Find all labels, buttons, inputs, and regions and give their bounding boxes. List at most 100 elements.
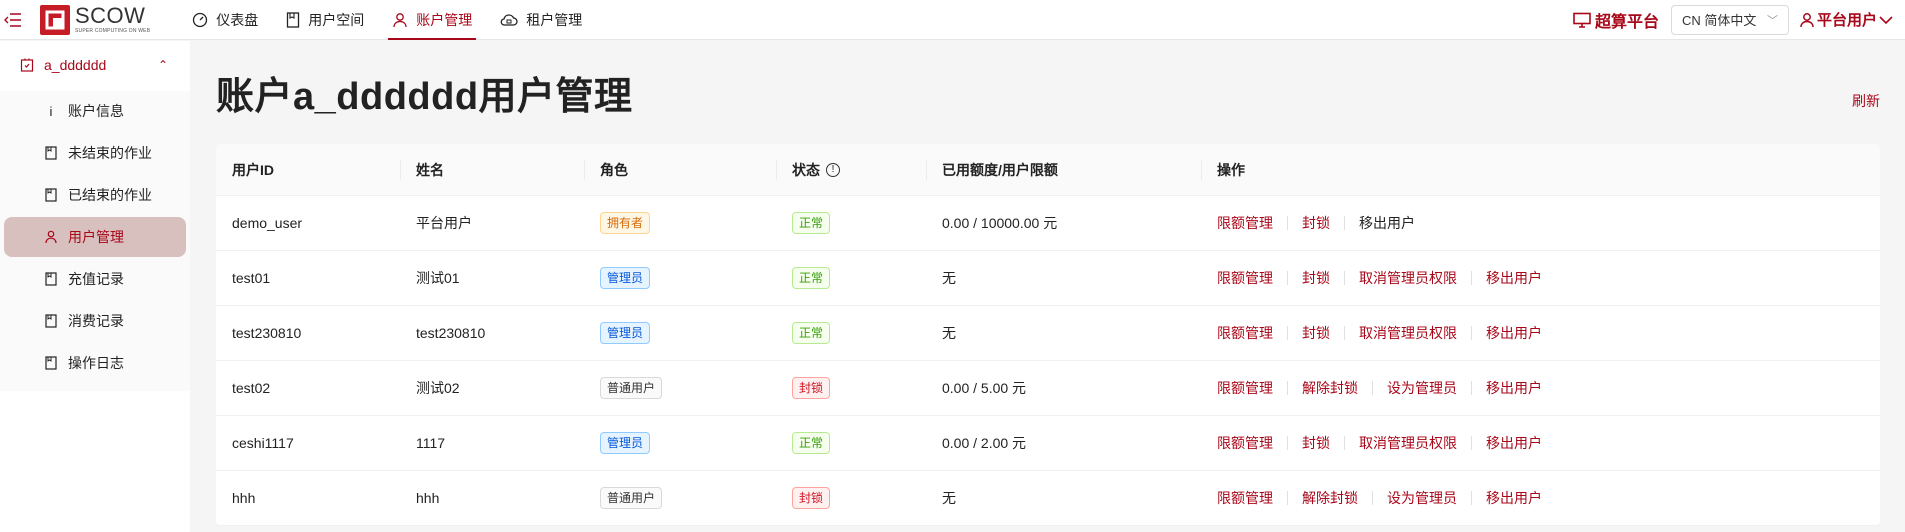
action-link[interactable]: 限额管理 (1217, 433, 1273, 453)
sidebar-item-label: 已结束的作业 (68, 187, 152, 203)
sidebar-item-finished-jobs[interactable]: 已结束的作业 (4, 175, 186, 215)
sidebar-item-label: 消费记录 (68, 313, 124, 329)
nav-user-space[interactable]: 用户空间 (272, 0, 378, 40)
action-divider (1287, 326, 1288, 340)
action-link[interactable]: 移出用户 (1486, 323, 1542, 343)
cell-actions: 限额管理 封锁 取消管理员权限 移出用户 (1201, 433, 1880, 453)
cell-status: 正常 (776, 322, 926, 344)
table-row: test01 测试01 管理员 正常 无 限额管理 封锁 取消管理员权限 移出用户 (216, 251, 1880, 306)
action-link[interactable]: 封锁 (1302, 268, 1330, 288)
table-row: hhh hhh 普通用户 封锁 无 限额管理 解除封锁 设为管理员 移出用户 (216, 471, 1880, 526)
sidebar-item-label: 账户信息 (68, 103, 124, 119)
action-link[interactable]: 移出用户 (1486, 433, 1542, 453)
cell-quota: 无 (942, 490, 956, 506)
action-link[interactable]: 设为管理员 (1387, 488, 1457, 508)
menu-toggle-icon[interactable] (4, 12, 24, 28)
cloud-icon (500, 12, 518, 28)
sidebar-item-consumption-records[interactable]: 消费记录 (4, 301, 186, 341)
status-badge: 正常 (792, 322, 831, 344)
cell-quota: 0.00 / 5.00 元 (942, 380, 1027, 396)
action-link[interactable]: 取消管理员权限 (1359, 433, 1457, 453)
action-divider (1471, 491, 1472, 505)
cell-role: 普通用户 (584, 377, 776, 399)
table-row: test02 测试02 普通用户 封锁 0.00 / 5.00 元 限额管理 解除封锁 设为管… (216, 361, 1880, 416)
page-title: 账户a_dddddd用户管理 (216, 76, 633, 118)
cell-role: 管理员 (584, 267, 776, 289)
language-select[interactable]: CN 简体中文 ﹀ (1670, 4, 1789, 35)
action-link[interactable]: 限额管理 (1217, 268, 1273, 288)
column-header-status-label: 状态 (792, 161, 820, 178)
cell-name: 平台用户 (416, 215, 472, 231)
role-badge: 普通用户 (600, 377, 663, 399)
action-link[interactable]: 移出用户 (1486, 268, 1542, 288)
nav-dashboard[interactable]: 仪表盘 (178, 0, 272, 40)
cell-status: 封锁 (776, 487, 926, 509)
users-table: 用户ID 姓名 角色 状态 ! 已用额度/用户限额 操作 demo_user 平台… (216, 144, 1880, 526)
sidebar-item-operation-log[interactable]: 操作日志 (4, 343, 186, 383)
refresh-button[interactable]: 刷新 (1852, 91, 1880, 111)
action-link[interactable]: 限额管理 (1217, 378, 1273, 398)
logo-subtitle: SUPER COMPUTING ON WEB (75, 28, 151, 34)
document-icon (286, 11, 300, 28)
sidebar-account-label: a_dddddd (44, 57, 107, 73)
scow-logo[interactable]: SCOW SUPER COMPUTING ON WEB (40, 3, 150, 37)
action-link[interactable]: 封锁 (1302, 213, 1330, 233)
action-link[interactable]: 设为管理员 (1387, 378, 1457, 398)
cell-user-id: test02 (232, 380, 271, 396)
column-header-status: 状态 ! (776, 144, 926, 195)
action-link[interactable]: 封锁 (1302, 323, 1330, 343)
action-link[interactable]: 移出用户 (1359, 213, 1415, 233)
table-row: test230810 test230810 管理员 正常 无 限额管理 封锁 取消管理员权限 移… (216, 306, 1880, 361)
action-divider (1287, 381, 1288, 395)
cell-user-id: hhh (232, 490, 256, 506)
table-row: demo_user 平台用户 拥有者 正常 0.00 / 10000.00 元 限额管理 封… (216, 196, 1880, 251)
sidebar-item-label: 操作日志 (68, 355, 124, 371)
sidebar-item-label: 未结束的作业 (68, 145, 152, 161)
logo-mark-icon (40, 4, 70, 35)
action-link[interactable]: 封锁 (1302, 433, 1330, 453)
sidebar-item-label: 充值记录 (68, 271, 124, 287)
info-circle-icon[interactable]: ! (826, 162, 840, 177)
action-divider (1287, 436, 1288, 450)
action-divider (1471, 326, 1472, 340)
platform-title[interactable]: 超算平台 (1573, 8, 1659, 32)
cell-actions: 限额管理 封锁 取消管理员权限 移出用户 (1201, 268, 1880, 288)
action-link[interactable]: 取消管理员权限 (1359, 323, 1457, 343)
action-link[interactable]: 限额管理 (1217, 213, 1273, 233)
top-header: SCOW SUPER COMPUTING ON WEB 仪表盘 用户空间 账户管… (0, 0, 1905, 40)
sidebar-item-account-info[interactable]: i 账户信息 (4, 91, 186, 131)
sidebar-item-running-jobs[interactable]: 未结束的作业 (4, 133, 186, 173)
action-link[interactable]: 移出用户 (1486, 378, 1542, 398)
chevron-down-icon: ﹀ (1766, 14, 1778, 27)
column-header-user-id: 用户ID (232, 161, 274, 178)
role-badge: 管理员 (600, 432, 651, 454)
user-icon (392, 12, 408, 28)
status-badge: 正常 (792, 267, 831, 289)
action-link[interactable]: 移出用户 (1486, 488, 1542, 508)
action-link[interactable]: 解除封锁 (1302, 378, 1358, 398)
action-link[interactable]: 取消管理员权限 (1359, 268, 1457, 288)
column-header-quota: 已用额度/用户限额 (926, 144, 1201, 195)
nav-tenant-management[interactable]: 租户管理 (486, 0, 596, 40)
cell-user-id: test01 (232, 270, 271, 286)
sidebar-item-label: 用户管理 (68, 229, 124, 245)
action-link[interactable]: 限额管理 (1217, 488, 1273, 508)
cell-status: 封锁 (776, 377, 926, 399)
cell-quota: 0.00 / 10000.00 元 (942, 215, 1058, 231)
cell-quota: 无 (942, 325, 956, 341)
action-link[interactable]: 限额管理 (1217, 323, 1273, 343)
nav-account-management[interactable]: 账户管理 (378, 0, 486, 40)
cell-name: 测试02 (416, 380, 460, 396)
action-link[interactable]: 解除封锁 (1302, 488, 1358, 508)
status-badge: 封锁 (792, 487, 831, 509)
cell-actions: 限额管理 解除封锁 设为管理员 移出用户 (1201, 378, 1880, 398)
account-icon (20, 58, 34, 72)
user-menu[interactable]: 平台用户 (1799, 9, 1893, 30)
sidebar-account-group[interactable]: a_dddddd ⌃ (0, 41, 190, 89)
action-divider (1344, 326, 1345, 340)
sidebar-item-recharge-records[interactable]: 充值记录 (4, 259, 186, 299)
cell-role: 普通用户 (584, 487, 776, 509)
chevron-up-icon: ⌃ (157, 58, 168, 72)
sidebar-item-user-management[interactable]: 用户管理 (4, 217, 186, 257)
nav-label: 仪表盘 (216, 11, 259, 28)
